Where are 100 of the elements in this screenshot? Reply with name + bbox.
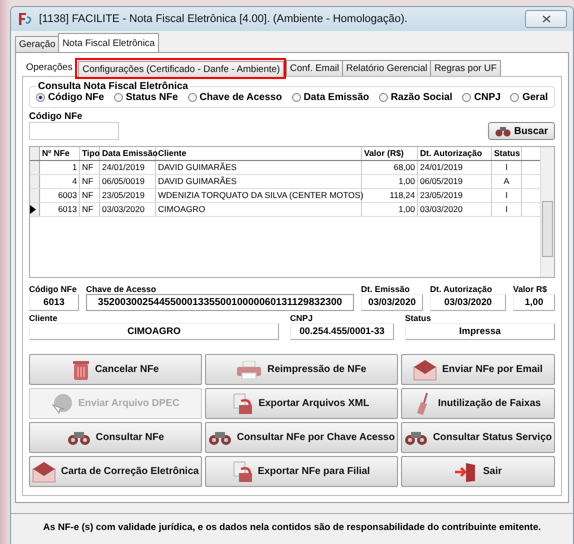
value-field: Impressa: [405, 323, 555, 340]
table-cell: NF: [80, 189, 100, 202]
table-cell: CIMOAGRO: [156, 203, 362, 216]
globe-icon: [51, 392, 74, 414]
field-label: Cliente: [29, 313, 58, 323]
radio-button[interactable]: [292, 93, 301, 102]
field-label: Dt. Emissão: [361, 284, 411, 294]
table-cell: 06/05/0019: [100, 175, 156, 188]
radio-button[interactable]: [462, 93, 472, 102]
radio-option[interactable]: Data Emissão: [292, 92, 370, 103]
radio-label: Data Emissão: [304, 92, 370, 103]
tab[interactable]: Conf. Email: [286, 60, 344, 76]
table-cell: A: [492, 175, 522, 188]
table-cell: NF: [80, 161, 100, 174]
table-cell: I: [492, 189, 522, 202]
group-title: Consulta Nota Fiscal Eletrônica: [37, 81, 190, 92]
tab[interactable]: Geração: [15, 36, 60, 52]
radio-option[interactable]: Geral: [510, 92, 548, 103]
table-cell: 06/05/2019: [418, 175, 492, 188]
table-cell: I: [492, 161, 522, 174]
search-button[interactable]: Buscar: [488, 122, 555, 140]
table-cell: I: [492, 203, 522, 216]
column-header[interactable]: Data Emissão: [100, 147, 156, 160]
radio-label: Status NFe: [126, 92, 178, 103]
field-label: Código NFe: [29, 284, 78, 294]
action-button[interactable]: Enviar NFe por Email: [400, 354, 555, 385]
tab[interactable]: Relatório Gerencial: [342, 60, 432, 76]
column-header[interactable]: Nº NFe: [40, 147, 80, 160]
column-header[interactable]: Dt. Autorização: [418, 147, 492, 160]
export-file-icon: [232, 460, 253, 482]
field-label: Chave de Acesso: [86, 284, 158, 294]
table-cell: 4: [40, 175, 80, 188]
action-button[interactable]: Carta de Correção Eletrônica: [29, 456, 202, 487]
table-cell: NF: [80, 203, 100, 216]
printer-icon: [236, 360, 262, 378]
table-cell: 1,00: [362, 175, 418, 188]
action-button[interactable]: Consultar NFe: [29, 422, 202, 453]
trash-can-icon: [72, 358, 90, 380]
action-button[interactable]: Consultar NFe por Chave Acesso: [204, 422, 398, 453]
binoculars-icon: [404, 430, 428, 446]
radio-option[interactable]: Status NFe: [114, 92, 178, 103]
action-button[interactable]: Consultar Status Serviço: [400, 422, 555, 453]
table-cell: 24/01/2019: [100, 161, 156, 174]
radio-label: Código NFe: [48, 92, 104, 103]
radio-label: Razão Social: [390, 92, 452, 103]
window-title: [1138] FACILITE - Nota Fiscal Eletrônica [4.00]. (Ambiente - Homologação).: [39, 13, 408, 25]
radio-button[interactable]: [378, 93, 388, 102]
close-icon: [542, 15, 550, 23]
column-header[interactable]: Cliente: [156, 147, 362, 160]
value-field: CIMOAGRO: [29, 323, 279, 340]
radio-button[interactable]: [36, 93, 45, 102]
app-logo-icon: [17, 12, 33, 26]
tab[interactable]: Configurações (Certificado - Danfe - Ambiente): [78, 61, 284, 77]
value-field: 1,00: [513, 294, 555, 311]
radio-label: CNPJ: [474, 92, 501, 103]
column-header[interactable]: Tipo: [80, 147, 100, 160]
envelope-icon: [32, 460, 56, 482]
table-cell: NF: [80, 175, 100, 188]
input-field[interactable]: [29, 122, 119, 140]
action-button[interactable]: Exportar Arquivos XML: [204, 388, 398, 419]
radio-option[interactable]: Código NFe: [36, 92, 104, 103]
table-cell: 24/01/2019: [418, 161, 492, 174]
table-cell: 23/05/2019: [100, 189, 156, 202]
table-cell: 68,00: [362, 161, 418, 174]
action-button[interactable]: Exportar NFe para Filial: [204, 456, 398, 487]
close-button[interactable]: [525, 10, 567, 28]
column-header[interactable]: Status: [492, 147, 522, 160]
radio-button[interactable]: [510, 93, 520, 102]
binoculars-icon: [495, 125, 512, 137]
action-button[interactable]: Inutilização de Faixas: [400, 388, 555, 419]
table-cell: DAVID GUIMARÃES: [156, 161, 362, 174]
table-cell: 23/05/2019: [418, 189, 492, 202]
table-cell: 03/03/2020: [418, 203, 492, 216]
tab[interactable]: Nota Fiscal Eletrônica: [58, 33, 159, 52]
table-cell: 1: [40, 161, 80, 174]
field-label: Valor R$: [513, 284, 548, 294]
radio-button[interactable]: [114, 93, 123, 102]
export-file-icon: [233, 392, 254, 414]
radio-button[interactable]: [188, 93, 197, 102]
radio-option[interactable]: Razão Social: [378, 92, 452, 103]
action-button[interactable]: Cancelar NFe: [29, 354, 202, 385]
tab[interactable]: Regras por UF: [430, 60, 501, 76]
table-cell: 03/03/2020: [100, 203, 156, 216]
scrollbar[interactable]: [540, 147, 554, 277]
table-cell: WDENIZIA TORQUATO DA SILVA (CENTER MOTOS): [156, 189, 362, 202]
envelope-icon: [413, 358, 438, 380]
field-label: Código NFe: [29, 111, 84, 122]
row-indicator[interactable]: [30, 203, 40, 216]
exit-door-icon: [454, 462, 478, 482]
footer-notice: As NF-e (s) com validade jurídica, e os dados nela contidos são de responsabilidade do contribuinte emitente.: [11, 513, 573, 541]
action-button[interactable]: Reimpressão de NFe: [204, 354, 398, 385]
field-label: Status: [405, 313, 432, 323]
value-field: 00.254.455/0001-33: [290, 323, 394, 340]
table-cell: DAVID GUIMARÃES: [156, 175, 362, 188]
column-header[interactable]: Valor (R$): [362, 147, 418, 160]
field-label: Dt. Autorização: [430, 284, 494, 294]
value-field: 35200300254455000133550010000060131129832300: [86, 294, 354, 311]
action-button[interactable]: Sair: [400, 456, 555, 487]
table-cell: 6003: [40, 189, 80, 202]
radio-option[interactable]: CNPJ: [462, 92, 501, 103]
